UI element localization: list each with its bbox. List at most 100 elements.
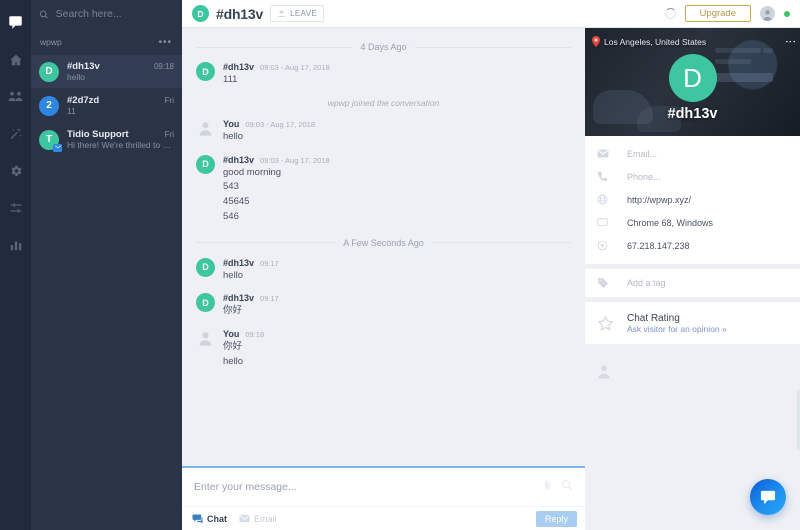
separator-line <box>196 242 336 244</box>
composer-tab-email[interactable]: Email <box>239 514 277 524</box>
search-icon <box>39 10 48 18</box>
message-text: good morning <box>223 166 282 178</box>
upgrade-button[interactable]: Upgrade <box>684 5 751 22</box>
avatar: D <box>196 293 215 313</box>
sliders-icon <box>10 202 21 213</box>
avatar-letter: D <box>197 8 204 19</box>
search-bar[interactable] <box>31 0 182 29</box>
page-title: #dh13v <box>216 5 264 22</box>
add-tag-label: Add a tag <box>627 278 666 288</box>
message-content: #dh13v 09:03 - Aug 17, 2018 good morning… <box>223 155 571 224</box>
avatar-letter: 2 <box>46 100 52 111</box>
message-timestamp: 09:17 <box>260 294 279 304</box>
visitor-info-value: Phone... <box>627 171 661 182</box>
message-row: D #dh13v 09:03 - Aug 17, 2018 good morni… <box>196 154 571 224</box>
rail-item-preferences[interactable] <box>0 189 31 226</box>
visitor-info-value: Email... <box>627 148 658 159</box>
rail-item-automation[interactable] <box>0 115 31 152</box>
envelope-icon <box>239 514 250 523</box>
visitor-info-url[interactable]: http://wpwp.xyz/ <box>585 188 800 211</box>
visitor-location-label: Los Angeles, United States <box>604 36 707 47</box>
message-author: #dh13v <box>223 154 255 165</box>
conversation-list: D #dh13v 09:18 hello 2 #2d7zd Fri 11 T T… <box>31 55 182 530</box>
visitor-panel: Upgrade Los Angeles, United States ⋮ D #… <box>585 0 800 530</box>
group-menu-button[interactable]: ••• <box>158 37 172 48</box>
leave-icon <box>278 10 285 17</box>
avatar: D <box>196 62 215 81</box>
composer-tab-chat[interactable]: Chat <box>192 514 227 524</box>
message-row: D #dh13v 09:03 - Aug 17, 2018 111 <box>196 62 571 87</box>
person-icon <box>199 122 212 136</box>
conversation-item-2d7zd[interactable]: 2 #2d7zd Fri 11 <box>31 89 182 123</box>
chat-widget-fab[interactable] <box>750 479 786 515</box>
chat-header-avatar: D <box>192 5 209 22</box>
message-list[interactable]: 4 Days Ago D #dh13v 09:03 - Aug 17, 2018… <box>182 28 585 466</box>
rail-item-analytics[interactable] <box>0 226 31 263</box>
visitors-icon <box>8 91 23 102</box>
search-input[interactable] <box>55 8 174 20</box>
avatar[interactable] <box>760 6 775 21</box>
conversation-preview: 11 <box>67 106 76 116</box>
rail-item-conversations[interactable] <box>0 4 31 41</box>
message-row: D #dh13v 09:17 hello <box>196 257 571 283</box>
message-author: #dh13v <box>223 293 255 304</box>
visitor-info-value: http://wpwp.xyz/ <box>627 194 692 205</box>
conversation-body: #2d7zd Fri 11 <box>67 95 174 116</box>
reply-button[interactable]: Reply <box>535 510 577 527</box>
conversation-item-dh13v[interactable]: D #dh13v 09:18 hello <box>31 55 182 89</box>
home-icon <box>9 54 22 65</box>
avatar <box>196 329 215 348</box>
rail-item-home[interactable] <box>0 41 31 78</box>
date-separator: 4 Days Ago <box>196 42 571 52</box>
add-tag-row[interactable]: Add a tag <box>585 269 800 297</box>
message-author: #dh13v <box>223 257 255 268</box>
visitor-avatar: D <box>668 54 717 102</box>
conversation-sidebar: wpwp ••• D #dh13v 09:18 hello 2 <box>31 0 182 530</box>
visitor-location: Los Angeles, United States <box>592 36 706 47</box>
chat-rating-link[interactable]: Ask visitor for an opinion » <box>627 324 727 334</box>
visitor-menu-button[interactable]: ⋮ <box>784 36 796 46</box>
rail-item-visitors[interactable] <box>0 78 31 115</box>
envelope-icon <box>597 149 627 158</box>
message-row: You 09:18 你好 hello <box>196 329 571 369</box>
loading-spinner-icon <box>664 8 676 19</box>
visitor-tag-card[interactable]: Add a tag <box>585 269 800 297</box>
search-icon[interactable] <box>561 478 573 496</box>
message-input[interactable] <box>194 481 534 493</box>
upgrade-button-label: Upgrade <box>699 8 736 19</box>
tag-icon <box>597 277 627 289</box>
visitor-info-phone[interactable]: Phone... <box>585 165 800 188</box>
conversation-body: #dh13v 09:18 hello <box>67 61 174 82</box>
conversation-body: Tidio Support Fri Hi there! We're thrill… <box>67 129 174 150</box>
message-timestamp: 09:17 <box>260 258 279 268</box>
rail-item-settings[interactable] <box>0 152 31 189</box>
magic-wand-icon <box>10 127 22 139</box>
conversation-preview: hello <box>67 72 85 82</box>
chat-rating-row: Chat Rating Ask visitor for an opinion » <box>585 302 800 344</box>
leave-button[interactable]: LEAVE <box>270 5 325 22</box>
person-icon <box>199 332 212 346</box>
chat-bubble-icon <box>760 490 776 504</box>
avatar: D <box>196 257 215 277</box>
message-timestamp: 09:03 - Aug 17, 2018 <box>260 63 330 72</box>
group-label: wpwp <box>40 37 62 47</box>
message-content: You 09:03 - Aug 17, 2018 hello <box>223 119 571 144</box>
chat-rating-text: Chat Rating Ask visitor for an opinion » <box>627 313 727 334</box>
message-timestamp: 09:03 - Aug 17, 2018 <box>260 155 330 165</box>
conversation-group-header: wpwp ••• <box>31 29 182 55</box>
message-text: 111 <box>223 74 238 85</box>
message-text: hello <box>223 130 244 142</box>
separator-line <box>414 46 571 48</box>
person-icon <box>763 10 772 21</box>
visitor-info-email[interactable]: Email... <box>585 142 800 165</box>
composer-input-row[interactable] <box>182 468 585 506</box>
avatar-letter: D <box>683 62 702 93</box>
message-timestamp: 09:18 <box>245 330 265 340</box>
date-separator-label: 4 Days Ago <box>360 42 407 52</box>
attachment-icon[interactable] <box>542 478 553 496</box>
message-content: #dh13v 09:17 hello <box>223 258 571 283</box>
target-icon <box>597 240 627 251</box>
conversation-time: Fri <box>164 96 174 105</box>
conversation-item-tidio-support[interactable]: T Tidio Support Fri Hi there! We're thri… <box>31 123 182 157</box>
conversation-name: Tidio Support <box>67 129 129 140</box>
